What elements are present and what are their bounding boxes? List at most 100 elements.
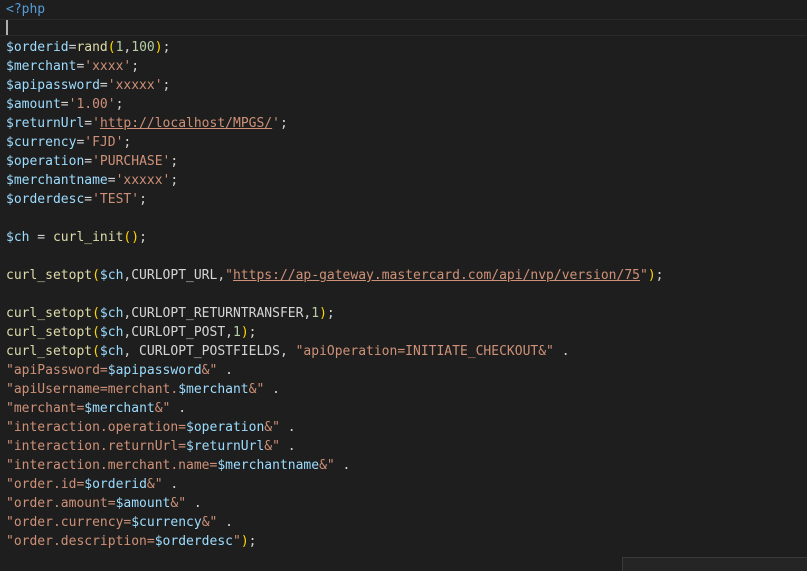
token: ( (92, 344, 100, 359)
code-line[interactable]: $currency='FJD'; (6, 133, 131, 152)
token: $ch (99, 325, 124, 340)
token: $merchantname (217, 458, 320, 473)
token: ; (248, 325, 257, 340)
token: ; (655, 268, 664, 283)
token: 'xxxxx' (115, 173, 171, 188)
token: ; (162, 78, 171, 93)
token: 'xxxx' (84, 59, 132, 74)
token: . (279, 420, 296, 435)
token: = (99, 78, 108, 93)
token: ,CURLOPT_URL, (123, 268, 226, 283)
token: ) (647, 268, 656, 283)
token: $currency (6, 135, 77, 150)
token: curl_setopt (6, 268, 93, 283)
token: . (334, 458, 351, 473)
token: $operation (6, 154, 85, 169)
token: $ch (99, 268, 124, 283)
token: $orderdesc (154, 534, 233, 549)
token: ; (170, 154, 179, 169)
token: = (107, 173, 116, 188)
code-line[interactable]: $apipassword='xxxxx'; (6, 76, 170, 95)
code-line[interactable]: curl_setopt($ch,CURLOPT_POST,1); (6, 323, 256, 342)
token: ' (272, 116, 280, 131)
token: &" (319, 458, 335, 473)
code-line[interactable]: curl_setopt($ch,CURLOPT_URL, "https://ap-… (6, 266, 663, 285)
token: $amount (6, 97, 61, 112)
token: "order.amount= (6, 496, 116, 511)
token: $ch (6, 230, 30, 245)
token: $ch (99, 306, 124, 321)
url-link[interactable]: http://localhost/MPGS/ (100, 116, 272, 131)
code-line[interactable]: $operation='PURCHASE'; (6, 152, 178, 171)
code-line[interactable]: "order.description=$orderdesc"); (6, 532, 256, 551)
token: &" (201, 515, 218, 530)
token: ( (107, 40, 116, 55)
token: "order.currency= (6, 515, 132, 530)
token: $apipassword (6, 78, 100, 93)
token: " (639, 268, 648, 283)
token: ( (92, 325, 100, 340)
token: $currency (131, 515, 202, 530)
token: "apiPassword= (6, 363, 108, 378)
token: = (84, 154, 93, 169)
token: &" (201, 363, 218, 378)
code-line[interactable]: $returnUrl='http://localhost/MPGS/'; (6, 114, 288, 133)
code-line[interactable]: "interaction.operation=$operation&" . (6, 418, 296, 437)
current-line-highlight (0, 19, 807, 36)
token: curl_setopt (6, 344, 93, 359)
token: . (162, 477, 179, 492)
token: ; (170, 173, 179, 188)
token: . (553, 344, 570, 359)
code-line[interactable]: $amount='1.00'; (6, 95, 123, 114)
token: ; (115, 97, 124, 112)
token: "order.id= (6, 477, 85, 492)
token: , CURLOPT_POSTFIELDS, (123, 344, 296, 359)
code-line[interactable]: $ch = curl_init(); (6, 228, 147, 247)
token: . (217, 363, 233, 378)
url-link[interactable]: https://ap-gateway.mastercard.com/api/nv… (233, 268, 640, 283)
token: &" (146, 477, 163, 492)
code-line[interactable]: curl_setopt($ch, CURLOPT_POSTFIELDS, "ap… (6, 342, 570, 361)
token: "interaction.operation= (6, 420, 187, 435)
token: 1 (232, 325, 241, 340)
code-editor[interactable]: <?php $orderid=rand(1,100); $merchant='x… (0, 0, 807, 571)
code-line[interactable]: "order.amount=$amount&" . (6, 494, 202, 513)
token: "order.description= (6, 534, 155, 549)
code-line[interactable]: $orderid=rand(1,100); (6, 38, 170, 57)
code-line[interactable]: curl_setopt($ch,CURLOPT_RETURNTRANSFER,1… (6, 304, 335, 323)
token: = (84, 192, 93, 207)
code-line[interactable]: <?php (6, 0, 45, 19)
token: "apiUsername=merchant. (6, 382, 179, 397)
token: 100 (131, 40, 155, 55)
token: ( (92, 306, 100, 321)
token: &" (264, 439, 280, 454)
token: . (279, 439, 296, 454)
token: " (233, 534, 241, 549)
code-line[interactable]: "order.id=$orderid&" . (6, 475, 178, 494)
token: ; (162, 40, 171, 55)
code-line[interactable]: "interaction.returnUrl=$returnUrl&" . (6, 437, 296, 456)
token: "interaction.returnUrl= (6, 439, 187, 454)
code-line[interactable]: "apiUsername=merchant.$merchant&" . (6, 380, 280, 399)
token: 'FJD' (84, 135, 124, 150)
token: ( (92, 268, 100, 283)
token: curl_setopt (6, 325, 93, 340)
token: &" (154, 401, 171, 416)
token: 'TEST' (92, 192, 140, 207)
token: curl_setopt (6, 306, 93, 321)
code-line[interactable]: "merchant=$merchant&" . (6, 399, 186, 418)
code-line[interactable]: "order.currency=$currency&" . (6, 513, 233, 532)
code-line[interactable]: "interaction.merchant.name=$merchantname… (6, 456, 350, 475)
token: ) (240, 325, 249, 340)
code-line[interactable]: $orderdesc='TEST'; (6, 190, 147, 209)
token: ) (319, 306, 327, 321)
token: = (60, 97, 69, 112)
token: "interaction.merchant.name= (6, 458, 218, 473)
token: $merchant (6, 59, 77, 74)
token: ; (139, 192, 147, 207)
token: rand (76, 40, 108, 55)
code-line[interactable]: $merchant='xxxx'; (6, 57, 139, 76)
code-line[interactable]: "apiPassword=$apipassword&" . (6, 361, 233, 380)
code-line[interactable]: $merchantname='xxxxx'; (6, 171, 178, 190)
token: '1.00' (68, 97, 116, 112)
